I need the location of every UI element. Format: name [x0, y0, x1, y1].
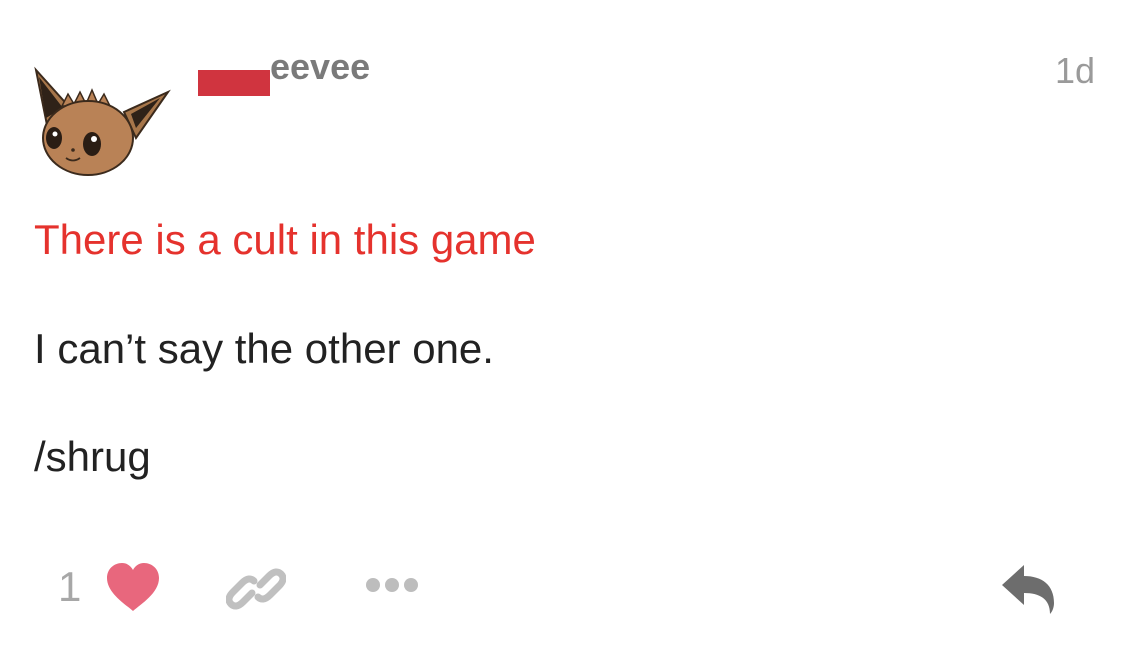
avatar[interactable] [28, 62, 173, 180]
post-timestamp[interactable]: 1d [1055, 50, 1095, 92]
redacted-name-block [198, 70, 270, 96]
more-icon[interactable] [364, 573, 420, 597]
post-title: There is a cult in this game [34, 216, 536, 263]
like-count[interactable]: 1 [58, 563, 81, 611]
author-name[interactable]: eevee [270, 46, 370, 88]
reply-icon[interactable] [998, 559, 1060, 617]
post-actions: 1 [0, 555, 1125, 625]
post-body-line: I can’t say the other one. [34, 325, 494, 372]
post-body-line: /shrug [34, 433, 151, 480]
link-icon[interactable] [226, 559, 286, 619]
heart-icon[interactable] [104, 561, 162, 613]
forum-post: eevee 1d There is a cult in this game I … [0, 0, 1125, 664]
